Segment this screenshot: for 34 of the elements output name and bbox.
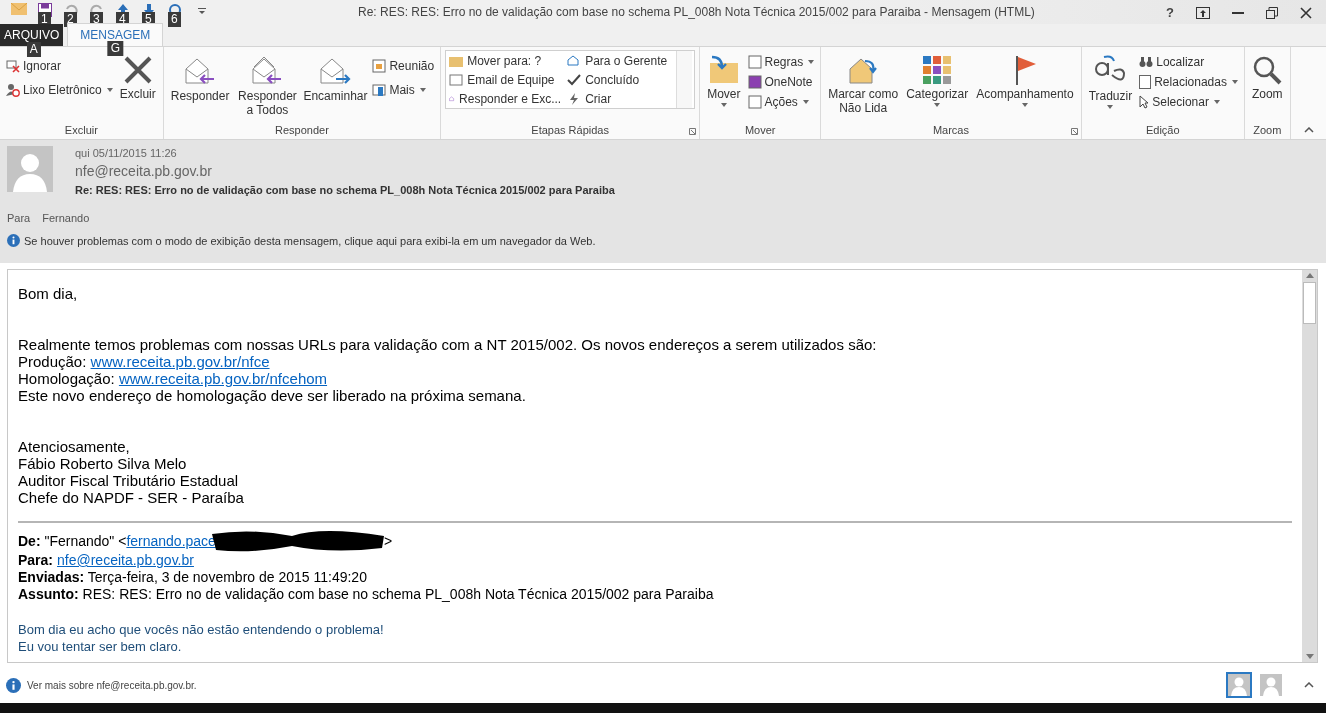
field-label: De: <box>18 532 41 550</box>
body-text: Este novo endereço de homologação deve ser liberado na próxima semana. <box>18 387 527 404</box>
group-label: Marcas <box>932 124 969 138</box>
signature-line: Fábio Roberto Silva Melo <box>18 455 188 472</box>
body-label: Produção: <box>18 353 88 370</box>
group-label: Zoom <box>1253 124 1282 138</box>
sender-address: nfe@receita.pb.gov.br <box>75 162 213 181</box>
keytip-tooltip: G <box>107 41 123 56</box>
group-label: Excluir <box>64 124 98 138</box>
body-label: Homologação: <box>18 370 116 387</box>
to-label: Para <box>7 212 31 224</box>
group-label: Responder <box>275 124 329 138</box>
message-subject: Re: RES: RES: Erro no de validação com base no schema PL_008h Nota Técnica 2015/002 para Paraiba <box>75 183 615 198</box>
signature-line: Auditor Fiscal Tributário Estadual <box>18 472 240 489</box>
field-value: RES: RES: Erro no de validação com base no schema PL_008h Nota Técnica 2015/002 para Paraiba <box>81 586 714 603</box>
body-text: Realmente temos problemas com nossas URLs para validação com a NT 2015/002. Os novos endereços a serem utilizados são: <box>18 336 878 353</box>
greeting-text: Bom dia, <box>18 285 79 302</box>
signature-line: Chefe do NAPDF - SER - Paraíba <box>18 489 245 506</box>
field-label: Para: <box>18 552 54 569</box>
field-label: Enviadas: <box>18 569 85 586</box>
field-value: > <box>383 532 393 550</box>
field-value: "Fernando" < <box>43 532 127 550</box>
signature-line: Atenciosamente, <box>18 438 131 455</box>
group-label: Mover <box>744 124 776 138</box>
reply-text: Eu vou tentar ser bem claro. <box>18 638 183 655</box>
keytip-tooltip: 6 <box>168 12 181 27</box>
sent-date: qui 05/11/2015 11:26 <box>75 146 178 160</box>
field-value: Terça-feira, 3 de novembro de 2015 11:49:20 <box>86 569 367 586</box>
keytip-tooltip: A <box>26 42 41 57</box>
window-title: Re: RES: RES: Erro no de validação com base no schema PL_008h Nota Técnica 2015/002 para Paraiba - Mensagem (HTML) <box>358 5 1035 19</box>
group-label: Edição <box>1145 124 1180 138</box>
group-label: Etapas Rápidas <box>531 124 609 138</box>
reply-text: Bom dia eu acho que vocês não estão entendendo o problema! <box>18 621 385 638</box>
field-label: Assunto: <box>18 586 79 603</box>
